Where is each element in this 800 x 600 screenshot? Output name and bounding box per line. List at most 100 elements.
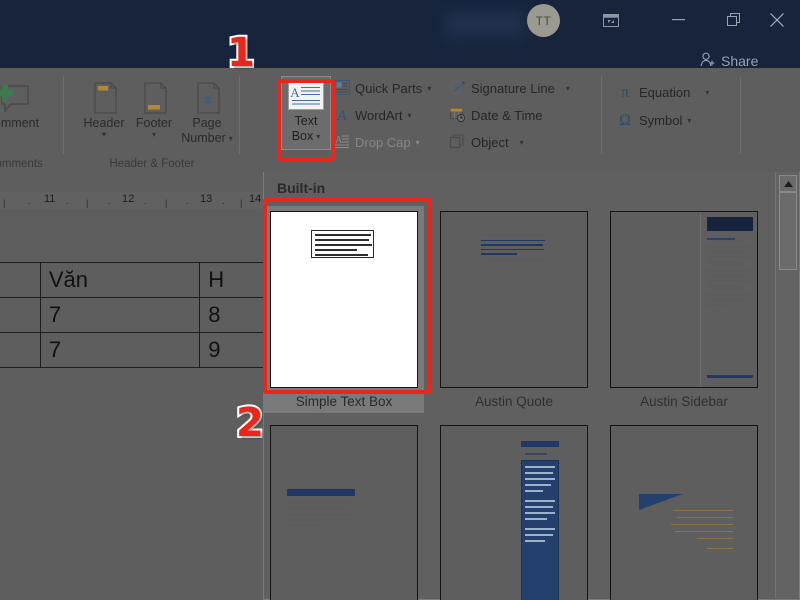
table-row[interactable]: 7 9	[0, 333, 263, 368]
header-button[interactable]: Header ▾	[76, 72, 132, 139]
drop-cap-chevron-down-icon[interactable]: ▾	[416, 139, 420, 147]
gallery-item-simple-text-box[interactable]: Simple Text Box	[264, 206, 424, 413]
text-box-label-2: Box	[292, 129, 314, 144]
drop-cap-button[interactable]: A Drop Cap ▾	[334, 130, 420, 155]
gallery-item-caption: Simple Text Box	[264, 394, 424, 409]
table-cell[interactable]	[0, 333, 40, 368]
table-cell[interactable]: 9	[200, 333, 263, 368]
table-cell[interactable]: H	[200, 263, 263, 298]
gallery-item-austin-quote[interactable]: Austin Quote	[434, 211, 594, 409]
wordart-button[interactable]: A WordArt ▾	[334, 103, 411, 128]
svg-text:A: A	[290, 85, 300, 100]
svg-text:#: #	[204, 93, 212, 109]
page-number-chevron-down-icon[interactable]: ▾	[229, 135, 233, 143]
wordart-chevron-down-icon[interactable]: ▾	[407, 112, 411, 120]
ribbon-group-symbols: π Equation ▾ Ω Symbol ▾	[602, 68, 800, 172]
equation-button[interactable]: π Equation ▾	[616, 80, 709, 105]
gallery-scrollbar[interactable]	[775, 172, 799, 598]
table-row[interactable]: Văn H	[0, 263, 263, 298]
annotation-marker-1: 1	[227, 30, 255, 76]
table-cell[interactable]: Văn	[40, 263, 199, 298]
share-label: Share	[721, 53, 758, 69]
svg-text:A: A	[335, 135, 343, 146]
ribbon-display-options-icon[interactable]	[588, 2, 634, 38]
table-row[interactable]: 7 8	[0, 298, 263, 333]
text-box-chevron-down-icon[interactable]: ▾	[316, 133, 320, 141]
horizontal-ruler[interactable]: | · 11 · | · 12 · | · 13 · | 14	[0, 192, 263, 209]
ribbon-group-comments: Comment Comments	[0, 68, 64, 172]
simple-text-box-thumbnail	[270, 211, 418, 388]
table-cell[interactable]: 7	[40, 333, 199, 368]
page-number-icon: #	[190, 72, 224, 116]
object-icon	[450, 134, 466, 152]
gallery-item-caption: Austin Quote	[434, 394, 594, 409]
page-number-button[interactable]: # Page Number ▾	[176, 72, 238, 146]
equation-chevron-down-icon[interactable]: ▾	[705, 89, 709, 97]
quick-parts-button[interactable]: Quick Parts ▾	[334, 76, 431, 101]
text-box-label-1: Text	[295, 114, 318, 129]
svg-text:A: A	[336, 108, 347, 122]
signature-line-chevron-down-icon[interactable]: ▾	[566, 85, 570, 93]
table-cell[interactable]	[0, 298, 40, 333]
austin-quote-thumbnail	[440, 211, 588, 388]
document-page[interactable]: Văn H 7 8 7 9	[0, 217, 263, 600]
object-chevron-down-icon[interactable]: ▾	[520, 139, 524, 147]
ribbon-group-header-footer-label: Header & Footer	[64, 158, 240, 170]
quick-parts-icon	[334, 80, 350, 98]
ruler-number: 13	[200, 193, 212, 205]
text-box-button[interactable]: A Text Box ▾	[281, 76, 331, 150]
ribbon-group-header-footer: Header ▾ Footer ▾	[64, 68, 240, 172]
object-button[interactable]: Object ▾	[450, 130, 524, 155]
document-area[interactable]: | · 11 · | · 12 · | · 13 · | 14 Văn H 7 …	[0, 172, 263, 600]
scrollbar-thumb[interactable]	[779, 192, 797, 270]
text-box-gallery-dropdown[interactable]: Built-in Simple Text Box	[263, 172, 800, 600]
title-bar: TT Share	[0, 0, 800, 68]
facet-quote-thumbnail	[610, 425, 758, 600]
gallery-item-banded-quote[interactable]	[264, 425, 424, 600]
date-and-time-button[interactable]: Date & Time	[450, 103, 543, 128]
gallery-item-banded-sidebar[interactable]	[434, 425, 594, 600]
ribbon-group-comments-label: Comments	[0, 158, 64, 170]
new-comment-button[interactable]: Comment	[0, 72, 40, 131]
wordart-icon: A	[334, 107, 350, 125]
gallery-section-title: Built-in	[277, 180, 325, 196]
symbol-button[interactable]: Ω Symbol ▾	[616, 108, 691, 133]
comment-icon	[0, 72, 32, 116]
header-chevron-down-icon[interactable]: ▾	[102, 131, 106, 139]
new-comment-label: Comment	[0, 116, 39, 131]
drop-cap-icon: A	[334, 134, 350, 152]
avatar[interactable]: TT	[527, 4, 560, 37]
table-cell[interactable]: 7	[40, 298, 199, 333]
close-icon[interactable]	[757, 2, 797, 38]
scroll-up-arrow-icon[interactable]	[779, 175, 797, 192]
header-label: Header	[84, 116, 125, 131]
symbol-chevron-down-icon[interactable]: ▾	[687, 117, 691, 125]
banded-sidebar-thumbnail	[440, 425, 588, 600]
document-table[interactable]: Văn H 7 8 7 9	[0, 262, 263, 368]
gallery-item-austin-sidebar[interactable]: Austin Sidebar	[604, 211, 764, 409]
page-number-label-2: Number	[181, 131, 225, 146]
page-number-label-1: Page	[192, 116, 221, 131]
date-and-time-label: Date & Time	[471, 108, 543, 123]
signature-line-button[interactable]: Signature Line ▾	[450, 76, 570, 101]
signature-line-icon	[450, 80, 466, 98]
footer-chevron-down-icon[interactable]: ▾	[152, 131, 156, 139]
quick-parts-chevron-down-icon[interactable]: ▾	[427, 85, 431, 93]
equation-label: Equation	[639, 85, 690, 100]
austin-sidebar-thumbnail	[610, 211, 758, 388]
annotation-marker-2: 2	[236, 400, 264, 446]
table-cell[interactable]: 8	[200, 298, 263, 333]
omega-icon: Ω	[616, 112, 634, 130]
minimize-icon[interactable]	[655, 2, 701, 38]
gallery-item-facet-quote[interactable]	[604, 425, 764, 600]
ribbon: Comment Comments Header ▾	[0, 68, 800, 172]
restore-icon[interactable]	[711, 2, 757, 38]
footer-icon	[137, 72, 171, 116]
symbol-label: Symbol	[639, 113, 682, 128]
drop-cap-label: Drop Cap	[355, 135, 411, 150]
footer-label: Footer	[136, 116, 172, 131]
footer-button[interactable]: Footer ▾	[126, 72, 182, 139]
table-cell[interactable]	[0, 263, 40, 298]
ruler-number: 14	[249, 193, 261, 205]
ruler-number: 11	[44, 193, 55, 205]
